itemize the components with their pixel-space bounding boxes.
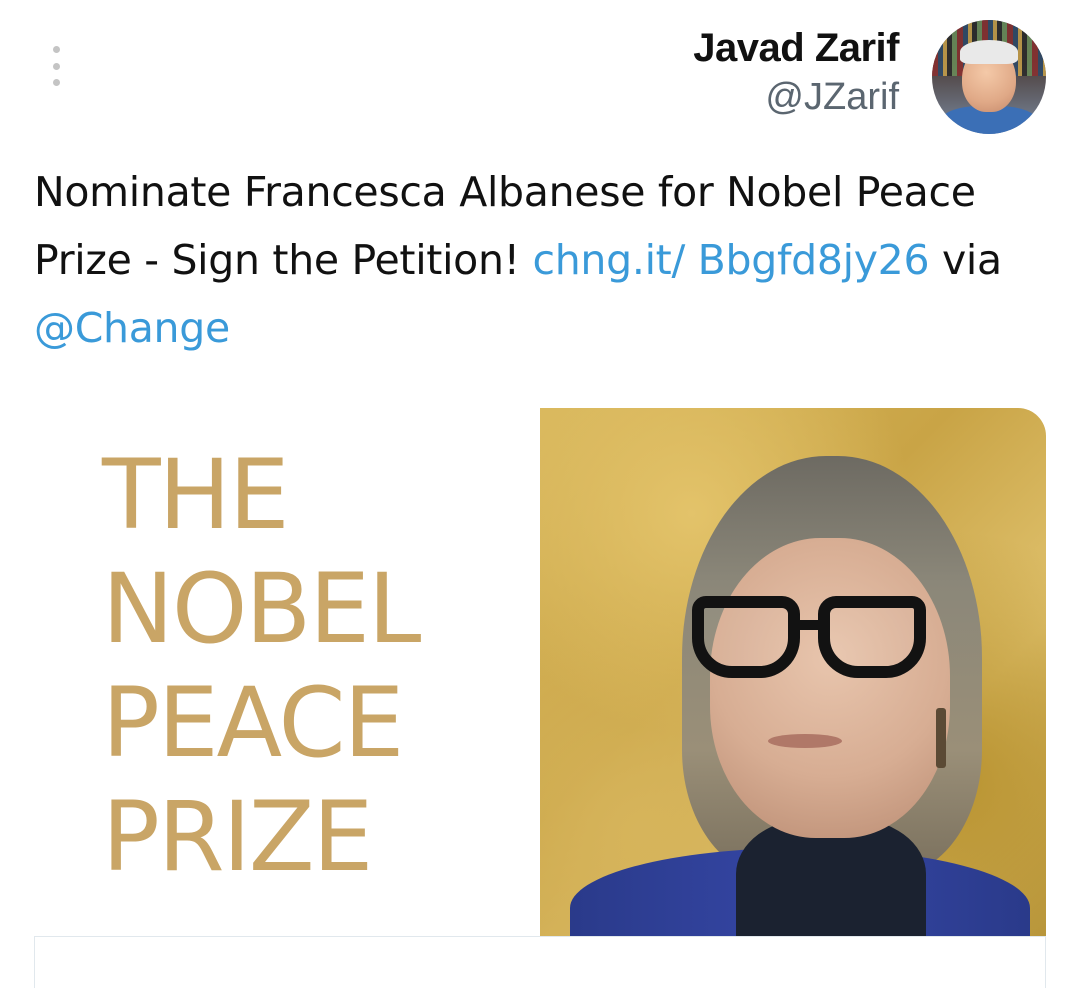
more-icon-dot: [52, 62, 60, 70]
nobel-logo-line: THE: [102, 439, 289, 551]
avatar-hair: [960, 40, 1018, 64]
nobel-logo-text: THE NOBEL PEACE PRIZE: [102, 438, 421, 894]
more-options-button[interactable]: [44, 44, 68, 88]
portrait-face: [710, 538, 950, 838]
portrait-earring: [936, 708, 946, 768]
nobel-logo-line: PEACE: [102, 667, 404, 779]
glasses-lens-left: [692, 596, 800, 678]
link-preview-card[interactable]: THE NOBEL PEACE PRIZE: [34, 408, 1046, 988]
petition-link[interactable]: chng.it/ Bbgfd8jy26: [533, 236, 930, 284]
glasses-icon: [692, 596, 972, 686]
nobel-logo-line: PRIZE: [102, 781, 373, 893]
portrait-image: [540, 408, 1046, 936]
nobel-logo-line: NOBEL: [102, 553, 421, 665]
card-footer[interactable]: [34, 936, 1046, 988]
avatar[interactable]: [932, 20, 1046, 134]
glasses-lens-right: [818, 596, 926, 678]
more-icon-dot: [52, 79, 60, 86]
change-mention-link[interactable]: @Change: [34, 304, 230, 352]
author-handle[interactable]: @JZarif: [693, 74, 899, 120]
more-icon-dot: [52, 46, 60, 53]
tweet-via-text: via: [929, 236, 1002, 284]
portrait-lips: [768, 734, 842, 748]
tweet-author[interactable]: Javad Zarif @JZarif: [693, 22, 899, 120]
author-name[interactable]: Javad Zarif: [693, 22, 899, 74]
tweet-text: Nominate Francesca Albanese for Nobel Pe…: [34, 158, 1044, 362]
nobel-prize-logo-image: THE NOBEL PEACE PRIZE: [34, 408, 540, 936]
